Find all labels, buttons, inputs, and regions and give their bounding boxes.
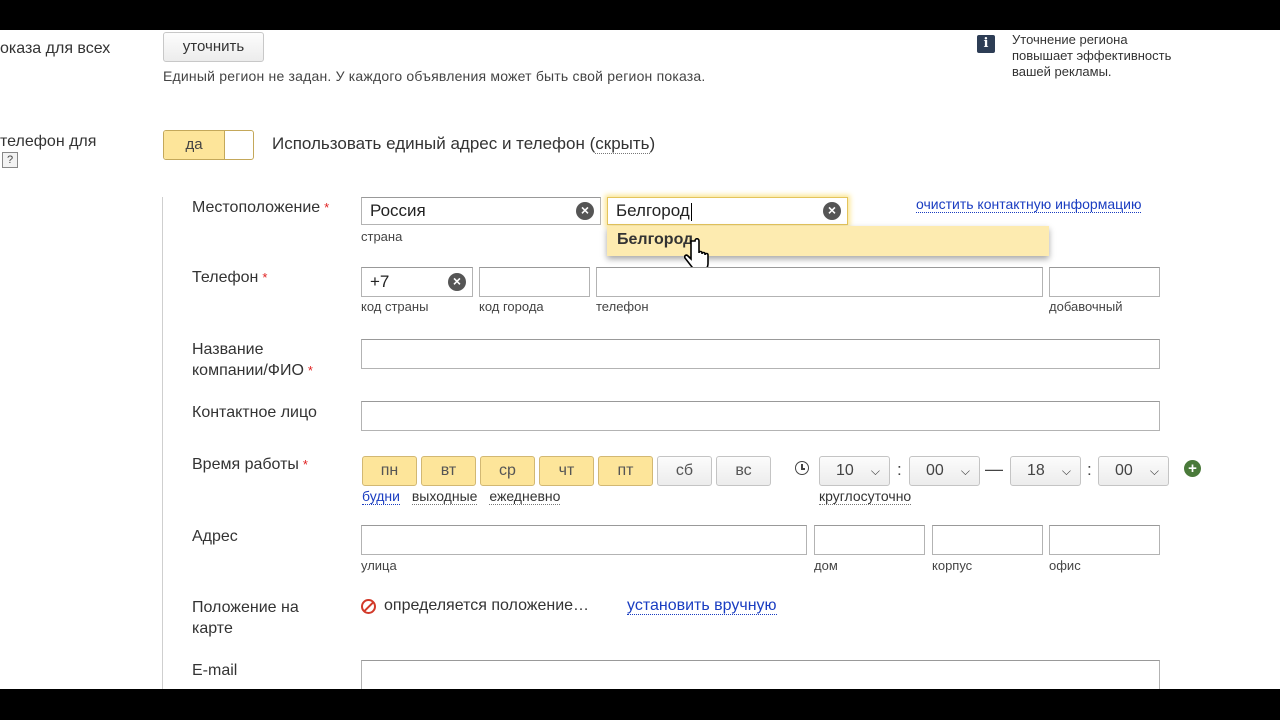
day-mon[interactable]: пн — [362, 456, 417, 486]
building-caption: корпус — [932, 558, 973, 573]
to-hour-select[interactable]: 18 ⌵ — [1010, 456, 1081, 486]
company-input[interactable] — [361, 339, 1160, 369]
clock-icon — [795, 461, 809, 475]
weekdays-link[interactable]: будни — [362, 488, 400, 505]
add-hours-icon[interactable]: + — [1184, 460, 1201, 477]
hours-presets: будни выходные ежедневно — [362, 488, 561, 505]
from-minute-select[interactable]: 00 ⌵ — [909, 456, 980, 486]
street-caption: улица — [361, 558, 397, 573]
set-manually-link[interactable]: установить вручную — [627, 597, 777, 615]
location-label: Местоположение * — [192, 199, 330, 216]
map-status: определяется положение… — [384, 597, 590, 614]
from-hour-select[interactable]: 10 ⌵ — [819, 456, 890, 486]
screen: оказа для всех уточнить Единый регион не… — [0, 30, 1280, 689]
company-label-line1: Название — [192, 341, 264, 358]
unified-address-toggle[interactable]: да — [163, 130, 254, 160]
region-info-text: Уточнение региона повышает эффективность… — [1012, 32, 1172, 79]
building-input[interactable] — [932, 525, 1043, 555]
chevron-down-icon: ⌵ — [1149, 464, 1159, 478]
day-fri[interactable]: пт — [598, 456, 653, 486]
around-clock-link[interactable]: круглосуточно — [819, 488, 912, 506]
info-icon: i — [977, 35, 995, 53]
country-code-caption: код страны — [361, 299, 429, 314]
unified-address-desc: Использовать единый адрес и телефон (скр… — [272, 134, 655, 154]
city-code-input[interactable] — [479, 267, 590, 297]
help-icon[interactable]: ? — [2, 152, 18, 168]
map-label-line2: карте — [192, 620, 233, 637]
country-caption: страна — [361, 229, 403, 244]
unified-address-close: ) — [649, 134, 656, 153]
clear-icon[interactable]: × — [448, 273, 466, 291]
day-tue[interactable]: вт — [421, 456, 476, 486]
hide-link[interactable]: скрыть — [595, 134, 650, 154]
house-caption: дом — [814, 558, 838, 573]
to-minute-select[interactable]: 00 ⌵ — [1098, 456, 1169, 486]
no-location-icon — [361, 599, 376, 614]
region-note: Единый регион не задан. У каждого объявл… — [163, 68, 706, 84]
city-suggestion-dropdown: Белгород — [607, 226, 1049, 256]
time-dash: — — [985, 459, 1003, 479]
phone-section-label: телефон для — [0, 133, 97, 150]
phone-number-input[interactable] — [596, 267, 1043, 297]
contact-person-input[interactable] — [361, 401, 1160, 431]
city-code-caption: код города — [479, 299, 544, 314]
phone-label: Телефон * — [192, 269, 268, 286]
day-sat[interactable]: сб — [657, 456, 712, 486]
day-thu[interactable]: чт — [539, 456, 594, 486]
day-sun[interactable]: вс — [716, 456, 771, 486]
city-input[interactable]: Белгород × — [607, 197, 848, 225]
chevron-down-icon: ⌵ — [960, 464, 970, 478]
day-wed[interactable]: ср — [480, 456, 535, 486]
office-caption: офис — [1049, 558, 1081, 573]
country-code-value: +7 — [370, 272, 390, 291]
city-suggestion-item[interactable]: Белгород — [617, 231, 693, 249]
office-input[interactable] — [1049, 525, 1160, 555]
clear-contact-info-link[interactable]: очистить контактную информацию — [916, 196, 1142, 214]
region-label: оказа для всех — [0, 40, 111, 57]
map-label-line1: Положение на — [192, 599, 299, 616]
refine-region-button[interactable]: уточнить — [163, 32, 264, 62]
unified-address-text: Использовать единый адрес и телефон ( — [272, 134, 596, 153]
hours-label: Время работы * — [192, 456, 308, 473]
email-input[interactable] — [361, 660, 1160, 689]
address-label: Адрес — [192, 528, 238, 545]
phone-number-caption: телефон — [596, 299, 649, 314]
weekend-link[interactable]: выходные — [411, 488, 478, 505]
street-input[interactable] — [361, 525, 807, 555]
email-label: E-mail — [192, 662, 238, 679]
time-colon: : — [1087, 460, 1092, 479]
country-value: Россия — [370, 201, 426, 220]
company-label: компании/ФИО * — [192, 362, 313, 379]
city-value: Белгород — [616, 201, 690, 220]
clear-icon[interactable]: × — [823, 202, 841, 220]
country-input[interactable]: Россия × — [361, 197, 601, 225]
section-divider — [162, 197, 163, 689]
contact-person-label: Контактное лицо — [192, 404, 317, 421]
chevron-down-icon: ⌵ — [1061, 464, 1071, 478]
house-input[interactable] — [814, 525, 925, 555]
extension-input[interactable] — [1049, 267, 1160, 297]
extension-caption: добавочный — [1049, 299, 1123, 314]
toggle-on-label: да — [164, 131, 225, 159]
country-code-input[interactable]: +7 × — [361, 267, 473, 297]
chevron-down-icon: ⌵ — [870, 464, 880, 478]
clear-icon[interactable]: × — [576, 202, 594, 220]
daily-link[interactable]: ежедневно — [489, 488, 561, 505]
time-colon: : — [897, 460, 902, 479]
